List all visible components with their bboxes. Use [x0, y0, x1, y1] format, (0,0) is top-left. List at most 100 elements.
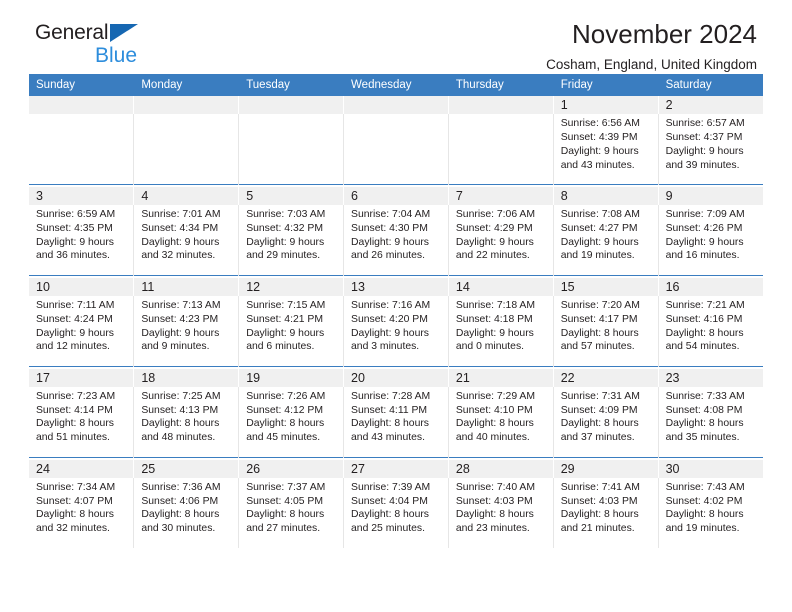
day-number[interactable]: 13	[343, 277, 449, 297]
day-number[interactable]: 23	[658, 368, 763, 387]
day-number[interactable]: 11	[133, 277, 240, 297]
day-number[interactable]: 15	[553, 277, 659, 297]
sunrise-text: Sunrise: 7:13 AM	[141, 300, 221, 312]
day-detail[interactable]: Sunrise: 7:16 AM Sunset: 4:20 PM Dayligh…	[343, 296, 449, 367]
day-number[interactable]: 19	[238, 368, 345, 387]
weekday-header-sunday: Sunday	[29, 74, 135, 96]
daylight-text-line1: Daylight: 9 hours	[141, 236, 220, 248]
day-detail[interactable]: Sunrise: 7:23 AM Sunset: 4:14 PM Dayligh…	[29, 387, 135, 457]
day-number[interactable]: 1	[553, 96, 659, 115]
day-detail[interactable]: Sunrise: 7:06 AM Sunset: 4:29 PM Dayligh…	[448, 205, 554, 276]
daylight-text-line2: and 36 minutes.	[36, 250, 110, 262]
daylight-text-line1: Daylight: 9 hours	[246, 236, 325, 248]
day-detail[interactable]: Sunrise: 7:26 AM Sunset: 4:12 PM Dayligh…	[238, 387, 345, 457]
day-detail[interactable]: Sunrise: 7:31 AM Sunset: 4:09 PM Dayligh…	[553, 387, 659, 457]
day-number[interactable]: 21	[448, 368, 554, 387]
sunset-text: Sunset: 4:18 PM	[455, 313, 533, 325]
day-detail-empty	[448, 114, 554, 185]
day-number[interactable]: 18	[133, 368, 240, 387]
day-detail[interactable]: Sunrise: 7:40 AM Sunset: 4:03 PM Dayligh…	[448, 477, 554, 548]
day-number[interactable]: 24	[29, 459, 135, 478]
day-detail[interactable]: Sunrise: 7:08 AM Sunset: 4:27 PM Dayligh…	[553, 205, 659, 276]
day-detail[interactable]: Sunrise: 7:41 AM Sunset: 4:03 PM Dayligh…	[553, 477, 659, 548]
day-number[interactable]: 27	[343, 459, 449, 478]
day-detail[interactable]: Sunrise: 7:03 AM Sunset: 4:32 PM Dayligh…	[238, 205, 345, 276]
day-detail[interactable]: Sunrise: 7:29 AM Sunset: 4:10 PM Dayligh…	[448, 387, 554, 457]
day-number[interactable]: 6	[343, 186, 449, 206]
daylight-text-line2: and 43 minutes.	[351, 432, 425, 444]
sunrise-text: Sunrise: 7:37 AM	[246, 481, 326, 493]
day-detail-empty	[238, 114, 345, 185]
location-subtitle: Cosham, England, United Kingdom	[546, 56, 757, 72]
day-number[interactable]: 22	[553, 368, 659, 387]
day-number[interactable]: 16	[658, 277, 763, 297]
day-detail[interactable]: Sunrise: 7:43 AM Sunset: 4:02 PM Dayligh…	[658, 477, 763, 548]
daylight-text-line1: Daylight: 9 hours	[36, 327, 114, 339]
day-number[interactable]: 3	[29, 186, 135, 206]
day-detail[interactable]: Sunrise: 7:39 AM Sunset: 4:04 PM Dayligh…	[343, 477, 449, 548]
day-number[interactable]: 28	[448, 459, 554, 478]
day-number[interactable]: 26	[238, 459, 345, 478]
day-detail[interactable]: Sunrise: 7:09 AM Sunset: 4:26 PM Dayligh…	[658, 205, 763, 276]
daylight-text-line2: and 32 minutes.	[36, 523, 110, 535]
daylight-text-line1: Daylight: 9 hours	[455, 327, 534, 339]
week-3-daynumbers: 10 11 12 13 14 15 16	[29, 277, 763, 297]
daylight-text-line1: Daylight: 8 hours	[560, 509, 639, 521]
day-detail[interactable]: Sunrise: 6:59 AM Sunset: 4:35 PM Dayligh…	[29, 205, 135, 276]
day-detail[interactable]: Sunrise: 7:13 AM Sunset: 4:23 PM Dayligh…	[133, 296, 240, 367]
day-detail[interactable]: Sunrise: 7:11 AM Sunset: 4:24 PM Dayligh…	[29, 296, 135, 367]
day-detail-empty	[29, 114, 135, 185]
sunrise-text: Sunrise: 7:03 AM	[246, 209, 326, 221]
daylight-text-line2: and 19 minutes.	[560, 250, 635, 262]
sunset-text: Sunset: 4:07 PM	[36, 495, 113, 507]
daylight-text-line2: and 21 minutes.	[560, 523, 635, 535]
weekday-header-wednesday: Wednesday	[343, 74, 449, 96]
daylight-text-line2: and 23 minutes.	[455, 523, 530, 535]
day-detail[interactable]: Sunrise: 7:01 AM Sunset: 4:34 PM Dayligh…	[133, 205, 240, 276]
day-number[interactable]: 29	[553, 459, 659, 478]
day-detail[interactable]: Sunrise: 7:15 AM Sunset: 4:21 PM Dayligh…	[238, 296, 345, 367]
daylight-text-line1: Daylight: 8 hours	[36, 418, 114, 430]
sunset-text: Sunset: 4:12 PM	[246, 404, 324, 416]
daylight-text-line1: Daylight: 8 hours	[665, 509, 744, 521]
day-detail[interactable]: Sunrise: 7:37 AM Sunset: 4:05 PM Dayligh…	[238, 477, 345, 548]
day-detail[interactable]: Sunrise: 7:18 AM Sunset: 4:18 PM Dayligh…	[448, 296, 554, 367]
daylight-text-line2: and 54 minutes.	[665, 341, 740, 353]
daylight-text-line2: and 0 minutes.	[455, 341, 525, 353]
sunset-text: Sunset: 4:10 PM	[455, 404, 533, 416]
sunset-text: Sunset: 4:24 PM	[36, 313, 113, 325]
day-number[interactable]: 4	[133, 186, 240, 206]
day-number[interactable]: 20	[343, 368, 449, 387]
sunset-text: Sunset: 4:03 PM	[560, 495, 638, 507]
day-detail[interactable]: Sunrise: 7:25 AM Sunset: 4:13 PM Dayligh…	[133, 387, 240, 457]
sunrise-text: Sunrise: 7:16 AM	[351, 300, 431, 312]
generalblue-logo[interactable]: General Blue	[35, 22, 235, 74]
day-detail[interactable]: Sunrise: 6:57 AM Sunset: 4:37 PM Dayligh…	[658, 114, 763, 185]
day-number[interactable]: 30	[658, 459, 763, 478]
day-number[interactable]: 17	[29, 368, 135, 387]
day-number[interactable]: 10	[29, 277, 135, 297]
sunrise-text: Sunrise: 6:59 AM	[36, 209, 116, 221]
daylight-text-line1: Daylight: 9 hours	[665, 236, 744, 248]
daylight-text-line1: Daylight: 9 hours	[665, 145, 744, 157]
day-number[interactable]: 25	[133, 459, 240, 478]
day-detail[interactable]: Sunrise: 7:28 AM Sunset: 4:11 PM Dayligh…	[343, 387, 449, 457]
day-number[interactable]: 9	[658, 186, 763, 206]
week-4-details: Sunrise: 7:23 AM Sunset: 4:14 PM Dayligh…	[29, 387, 763, 457]
day-number[interactable]: 7	[448, 186, 554, 206]
day-number[interactable]: 14	[448, 277, 554, 297]
day-number[interactable]: 5	[238, 186, 345, 206]
day-detail[interactable]: Sunrise: 7:36 AM Sunset: 4:06 PM Dayligh…	[133, 477, 240, 548]
day-detail[interactable]: Sunrise: 7:21 AM Sunset: 4:16 PM Dayligh…	[658, 296, 763, 367]
day-detail[interactable]: Sunrise: 6:56 AM Sunset: 4:39 PM Dayligh…	[553, 114, 659, 185]
day-number[interactable]: 2	[658, 96, 763, 115]
daylight-text-line2: and 3 minutes.	[351, 341, 420, 353]
daylight-text-line2: and 19 minutes.	[665, 523, 740, 535]
day-number[interactable]: 8	[553, 186, 659, 206]
day-detail[interactable]: Sunrise: 7:34 AM Sunset: 4:07 PM Dayligh…	[29, 477, 135, 548]
sunrise-text: Sunrise: 7:18 AM	[455, 300, 536, 312]
day-detail[interactable]: Sunrise: 7:04 AM Sunset: 4:30 PM Dayligh…	[343, 205, 449, 276]
day-number[interactable]: 12	[238, 277, 345, 297]
day-detail[interactable]: Sunrise: 7:20 AM Sunset: 4:17 PM Dayligh…	[553, 296, 659, 367]
day-detail[interactable]: Sunrise: 7:33 AM Sunset: 4:08 PM Dayligh…	[658, 387, 763, 457]
